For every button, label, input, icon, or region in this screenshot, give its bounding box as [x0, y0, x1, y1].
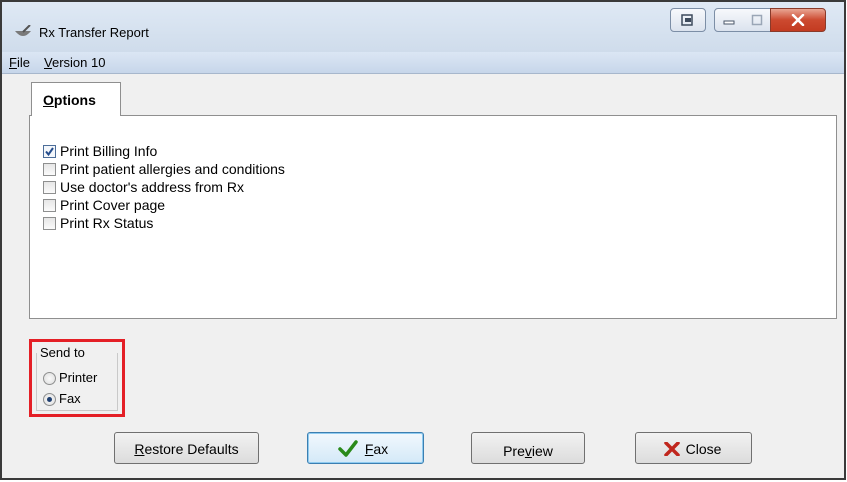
restore-defaults-button[interactable]: Restore Defaults: [114, 432, 259, 464]
minimize-button[interactable]: [714, 8, 744, 32]
tab-options[interactable]: Options: [31, 82, 121, 116]
checkbox-print-rx-status[interactable]: [43, 217, 56, 230]
preview-button[interactable]: Preview: [471, 432, 585, 464]
radio-selected-dot: [47, 397, 52, 402]
close-window-button[interactable]: [770, 8, 826, 32]
minimize-icon: [723, 20, 735, 25]
close-icon: [791, 14, 805, 26]
window-restore-icon: [681, 14, 693, 26]
rx-transfer-report-window: Rx Transfer Report File Version 10 Optio…: [0, 0, 846, 480]
menu-version[interactable]: Version 10: [44, 55, 105, 70]
label-print-cover-page: Print Cover page: [60, 197, 166, 213]
checkbox-use-doctor-address[interactable]: [43, 181, 56, 194]
radio-fax[interactable]: [43, 393, 56, 406]
checkbox-print-cover-page[interactable]: [43, 199, 56, 212]
close-button-label: Close: [685, 441, 722, 457]
menu-file[interactable]: File: [9, 55, 30, 70]
label-print-allergies: Print patient allergies and conditions: [60, 161, 285, 177]
radio-printer-label: Printer: [59, 370, 98, 385]
checkbox-print-billing-info[interactable]: [43, 145, 56, 158]
maximize-icon: [751, 14, 762, 26]
label-print-billing-info: Print Billing Info: [60, 143, 158, 159]
checkbox-print-allergies[interactable]: [43, 163, 56, 176]
radio-printer[interactable]: [43, 372, 56, 385]
fax-button[interactable]: Fax: [307, 432, 424, 464]
close-button[interactable]: Close: [635, 432, 752, 464]
window-title: Rx Transfer Report: [39, 25, 149, 40]
restore-window-button[interactable]: [670, 8, 706, 32]
maximize-button[interactable]: [743, 8, 771, 32]
tab-options-label: Options: [43, 92, 96, 108]
title-bar: Rx Transfer Report: [2, 2, 844, 52]
options-panel: Print Billing Info Print patient allergi…: [29, 115, 837, 319]
radio-fax-label: Fax: [59, 391, 81, 406]
send-to-legend: Send to: [40, 345, 88, 360]
mortar-pestle-icon: [15, 25, 31, 36]
menu-bar: File Version 10: [2, 52, 844, 74]
checkmark-icon: [45, 147, 54, 157]
label-use-doctor-address: Use doctor's address from Rx: [60, 179, 244, 195]
label-print-rx-status: Print Rx Status: [60, 215, 154, 231]
